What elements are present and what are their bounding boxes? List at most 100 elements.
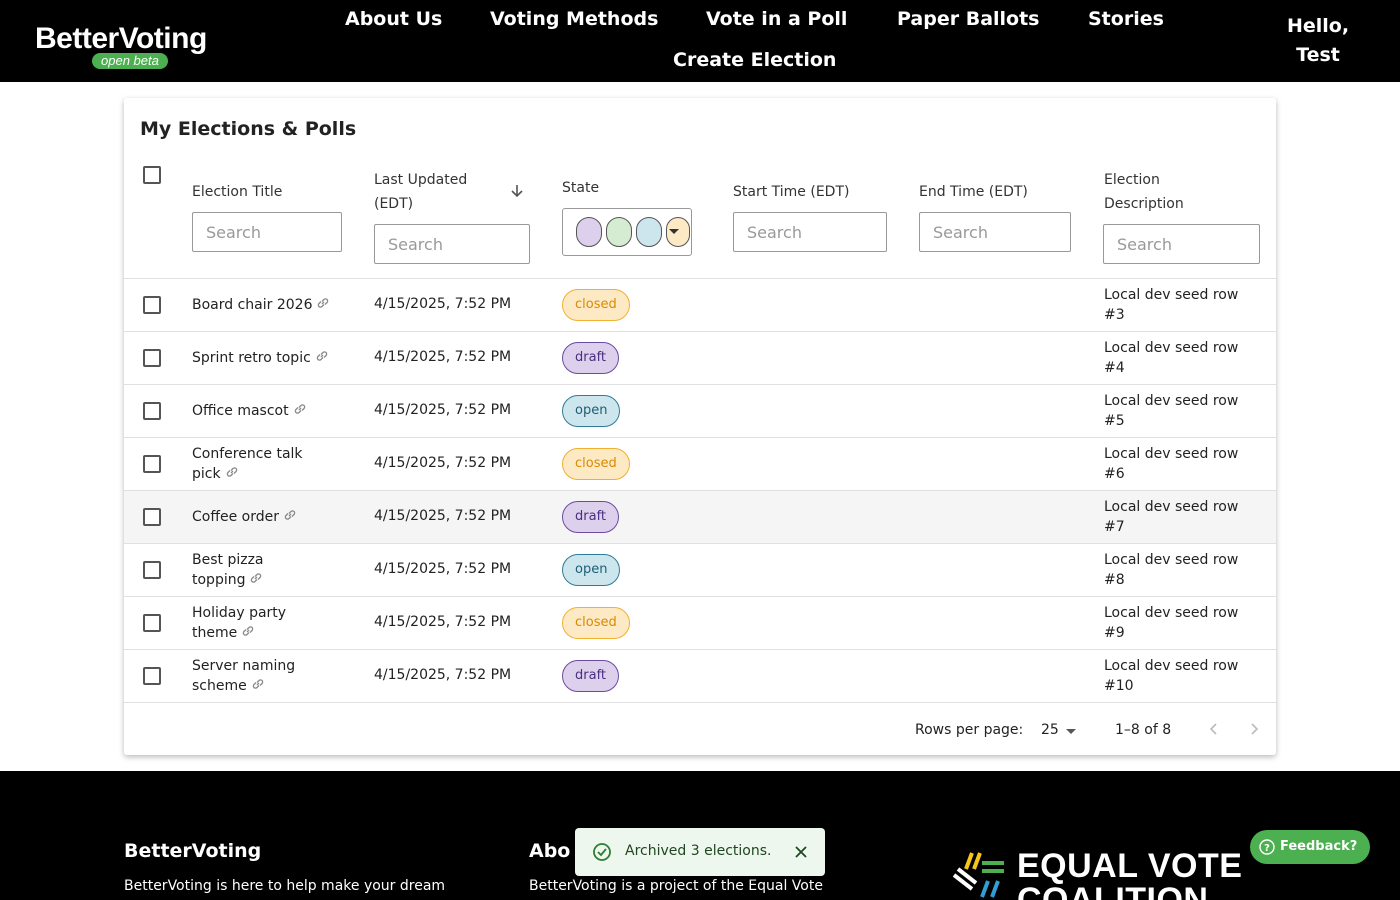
- table-row[interactable]: Sprint retro topic 4/15/2025, 7:52 PM draf…: [124, 331, 1276, 384]
- table-row[interactable]: Conference talk pick 4/15/2025, 7:52 PM clo…: [124, 437, 1276, 490]
- last-updated-cell: 4/15/2025, 7:52 PM: [374, 349, 512, 365]
- table-row[interactable]: Server naming scheme 4/15/2025, 7:52 PM dra…: [124, 649, 1276, 702]
- description-text: Local dev seed row: [1104, 393, 1239, 409]
- table-row[interactable]: Holiday party theme 4/15/2025, 7:52 PM clos…: [124, 596, 1276, 649]
- link-icon[interactable]: [250, 676, 266, 692]
- table-row[interactable]: Best pizza topping 4/15/2025, 7:52 PM open L…: [124, 543, 1276, 596]
- close-icon[interactable]: [794, 845, 808, 859]
- description-text: #8: [1104, 572, 1125, 588]
- footer-brand-text: BetterVoting is here to help make your d…: [124, 878, 446, 894]
- description-text: Local dev seed row: [1104, 446, 1239, 462]
- row-select-checkbox[interactable]: [143, 296, 161, 314]
- status-badge: draft: [562, 501, 620, 533]
- election-title-cell[interactable]: Coffee order: [192, 507, 352, 527]
- status-badge: closed: [562, 448, 630, 480]
- last-updated-cell: 4/15/2025, 7:52 PM: [374, 614, 512, 630]
- description-text: Local dev seed row: [1104, 287, 1239, 303]
- title-search-input[interactable]: [192, 212, 342, 252]
- link-icon[interactable]: [292, 401, 308, 417]
- nav-voting-methods[interactable]: Voting Methods: [490, 8, 658, 30]
- last-updated-cell: 4/15/2025, 7:52 PM: [374, 455, 512, 471]
- rows-per-page-select[interactable]: 25: [1041, 718, 1081, 742]
- election-title-text: Server naming: [192, 658, 296, 674]
- elections-table-card: My Elections & Polls Election Title Last…: [124, 98, 1276, 755]
- column-header-start-time[interactable]: Start Time (EDT): [733, 180, 849, 204]
- column-header-description[interactable]: Election Description: [1104, 168, 1184, 216]
- greeting-line: Hello,: [1286, 15, 1350, 37]
- election-title-text: Best pizza: [192, 552, 264, 568]
- table-row[interactable]: Office mascot 4/15/2025, 7:52 PM open Local…: [124, 384, 1276, 437]
- election-title-cell[interactable]: Conference talk pick: [192, 444, 352, 484]
- table-row[interactable]: Board chair 2026 4/15/2025, 7:52 PM closed…: [124, 278, 1276, 331]
- election-title-cell[interactable]: Server naming scheme: [192, 656, 352, 696]
- footer-brand-title: BetterVoting: [124, 840, 262, 862]
- row-select-checkbox[interactable]: [143, 455, 161, 473]
- column-header-last-updated[interactable]: Last Updated (EDT): [374, 168, 467, 216]
- row-select-checkbox[interactable]: [143, 508, 161, 526]
- column-header-title[interactable]: Election Title: [192, 180, 282, 204]
- equal-vote-coalition-logo[interactable]: EQUAL VOTE COALITION: [952, 849, 1242, 900]
- feedback-button[interactable]: ? Feedback?: [1250, 830, 1370, 864]
- last-updated-cell: 4/15/2025, 7:52 PM: [374, 508, 512, 524]
- description-text: #5: [1104, 413, 1125, 429]
- next-page-icon[interactable]: [1246, 721, 1262, 737]
- description-cell: Local dev seed row #7: [1104, 497, 1254, 537]
- description-text: #10: [1104, 678, 1134, 694]
- row-select-checkbox[interactable]: [143, 349, 161, 367]
- row-select-checkbox[interactable]: [143, 561, 161, 579]
- link-icon[interactable]: [224, 464, 240, 480]
- nav-stories[interactable]: Stories: [1088, 8, 1164, 30]
- description-text: Local dev seed row: [1104, 499, 1239, 515]
- bettervoting-logo[interactable]: BetterVoting open beta: [35, 22, 245, 69]
- election-title-cell[interactable]: Best pizza topping: [192, 550, 352, 590]
- last-updated-search-input[interactable]: [374, 224, 530, 264]
- election-title-cell[interactable]: Board chair 2026: [192, 295, 352, 315]
- equal-vote-logo-mark: [952, 852, 1004, 898]
- description-cell: Local dev seed row #9: [1104, 603, 1254, 643]
- chevron-down-icon: [669, 229, 679, 234]
- description-text: Local dev seed row: [1104, 340, 1239, 356]
- nav-create-election[interactable]: Create Election: [673, 49, 836, 71]
- select-all-checkbox[interactable]: [143, 166, 161, 184]
- description-search-input[interactable]: [1103, 224, 1260, 264]
- table-row[interactable]: Coffee order 4/15/2025, 7:52 PM draft Local…: [124, 490, 1276, 543]
- election-title-cell[interactable]: Office mascot: [192, 401, 352, 421]
- link-icon[interactable]: [314, 348, 330, 364]
- column-header-label: Election: [1104, 172, 1160, 188]
- state-filter-select[interactable]: [562, 208, 692, 256]
- election-title-cell[interactable]: Holiday party theme: [192, 603, 352, 643]
- link-icon[interactable]: [315, 295, 331, 311]
- partner-name-line: EQUAL VOTE: [1017, 847, 1243, 885]
- election-title-text: Holiday party: [192, 605, 287, 621]
- logo-text: BetterVoting: [35, 22, 207, 55]
- election-title-text: Conference talk: [192, 446, 303, 462]
- page-title: My Elections & Polls: [140, 118, 357, 140]
- end-time-search-input[interactable]: [919, 212, 1071, 252]
- row-select-checkbox[interactable]: [143, 402, 161, 420]
- user-greeting-menu[interactable]: Hello, Test: [1262, 12, 1374, 70]
- top-nav-bar: BetterVoting open beta About Us Voting M…: [0, 0, 1400, 82]
- description-cell: Local dev seed row #4: [1104, 338, 1254, 378]
- description-cell: Local dev seed row #6: [1104, 444, 1254, 484]
- sort-descending-icon[interactable]: [509, 183, 525, 199]
- equal-vote-coalition-name: EQUAL VOTE COALITION: [1017, 849, 1242, 900]
- nav-about-us[interactable]: About Us: [345, 8, 442, 30]
- link-icon[interactable]: [282, 507, 298, 523]
- row-select-checkbox[interactable]: [143, 667, 161, 685]
- nav-paper-ballots[interactable]: Paper Ballots: [897, 8, 1039, 30]
- feedback-label: Feedback?: [1280, 839, 1358, 854]
- election-title-cell[interactable]: Sprint retro topic: [192, 348, 352, 368]
- link-icon[interactable]: [240, 623, 256, 639]
- start-time-search-input[interactable]: [733, 212, 887, 252]
- link-icon[interactable]: [248, 570, 264, 586]
- svg-text:?: ?: [1264, 843, 1270, 854]
- previous-page-icon[interactable]: [1206, 721, 1222, 737]
- rows-per-page-label: Rows per page:: [915, 722, 1024, 738]
- row-select-checkbox[interactable]: [143, 614, 161, 632]
- nav-vote-in-poll[interactable]: Vote in a Poll: [706, 8, 847, 30]
- beta-badge: open beta: [92, 53, 168, 69]
- column-header-state[interactable]: State: [562, 176, 599, 200]
- success-check-icon: [593, 843, 611, 861]
- election-title-text: Sprint retro topic: [192, 350, 311, 366]
- column-header-end-time[interactable]: End Time (EDT): [919, 180, 1028, 204]
